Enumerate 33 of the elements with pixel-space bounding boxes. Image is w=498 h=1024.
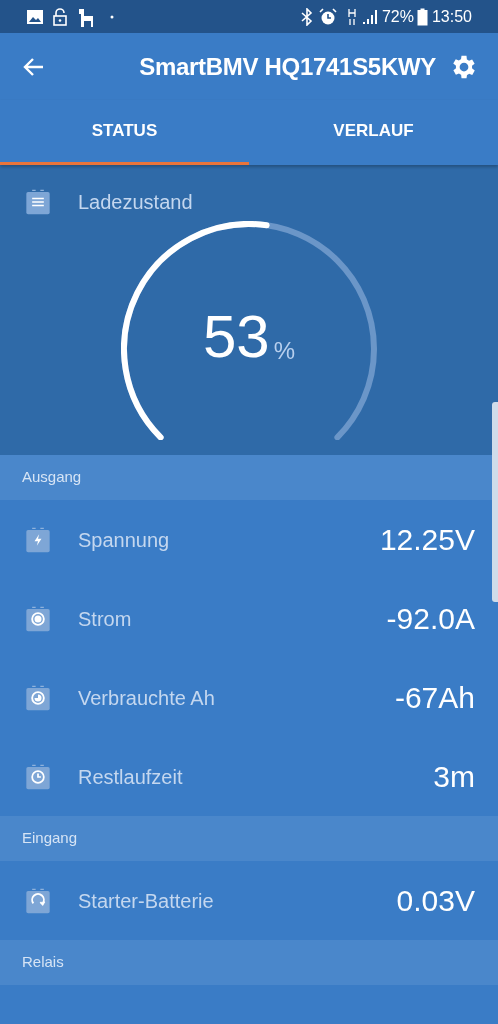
row-label: Spannung (78, 527, 170, 553)
section-header: Eingang (0, 816, 498, 861)
dot-icon (110, 14, 114, 19)
charge-value: 53 (202, 307, 270, 367)
signal-icon (361, 8, 378, 25)
row-label: Restlaufzeit (78, 764, 183, 790)
row-value: 0.03V (396, 883, 475, 919)
list-icon (24, 188, 52, 216)
alarm-icon (318, 7, 337, 26)
bolt-icon (24, 525, 52, 554)
row-value: 3m (433, 759, 475, 795)
gauge-label: Ladezustand (78, 190, 193, 215)
cycle-icon (24, 886, 52, 915)
image-icon (26, 8, 44, 25)
target-icon (24, 604, 52, 633)
row-value: -67Ah (394, 680, 475, 716)
tab[interactable]: VERLAUF (249, 100, 498, 165)
pie-icon (24, 683, 52, 712)
row-label: Starter-Batterie (78, 888, 214, 914)
row-label: Strom (78, 606, 132, 632)
battery-percent: 72% (381, 6, 414, 27)
row-value: 12.25V (379, 522, 475, 558)
battery-icon (416, 7, 428, 26)
row-label: Verbrauchte Ah (78, 685, 215, 711)
row-value: -92.0A (386, 601, 475, 637)
clock-time: 13:50 (431, 6, 472, 27)
app-title: SmartBMV HQ1741S5KWY (139, 51, 436, 82)
clock-icon (24, 762, 52, 791)
charge-unit: % (273, 339, 296, 363)
network-type-icon (346, 7, 357, 26)
bluetooth-icon (300, 7, 313, 26)
lock-icon (52, 7, 68, 26)
section-header: Relais (0, 940, 498, 985)
